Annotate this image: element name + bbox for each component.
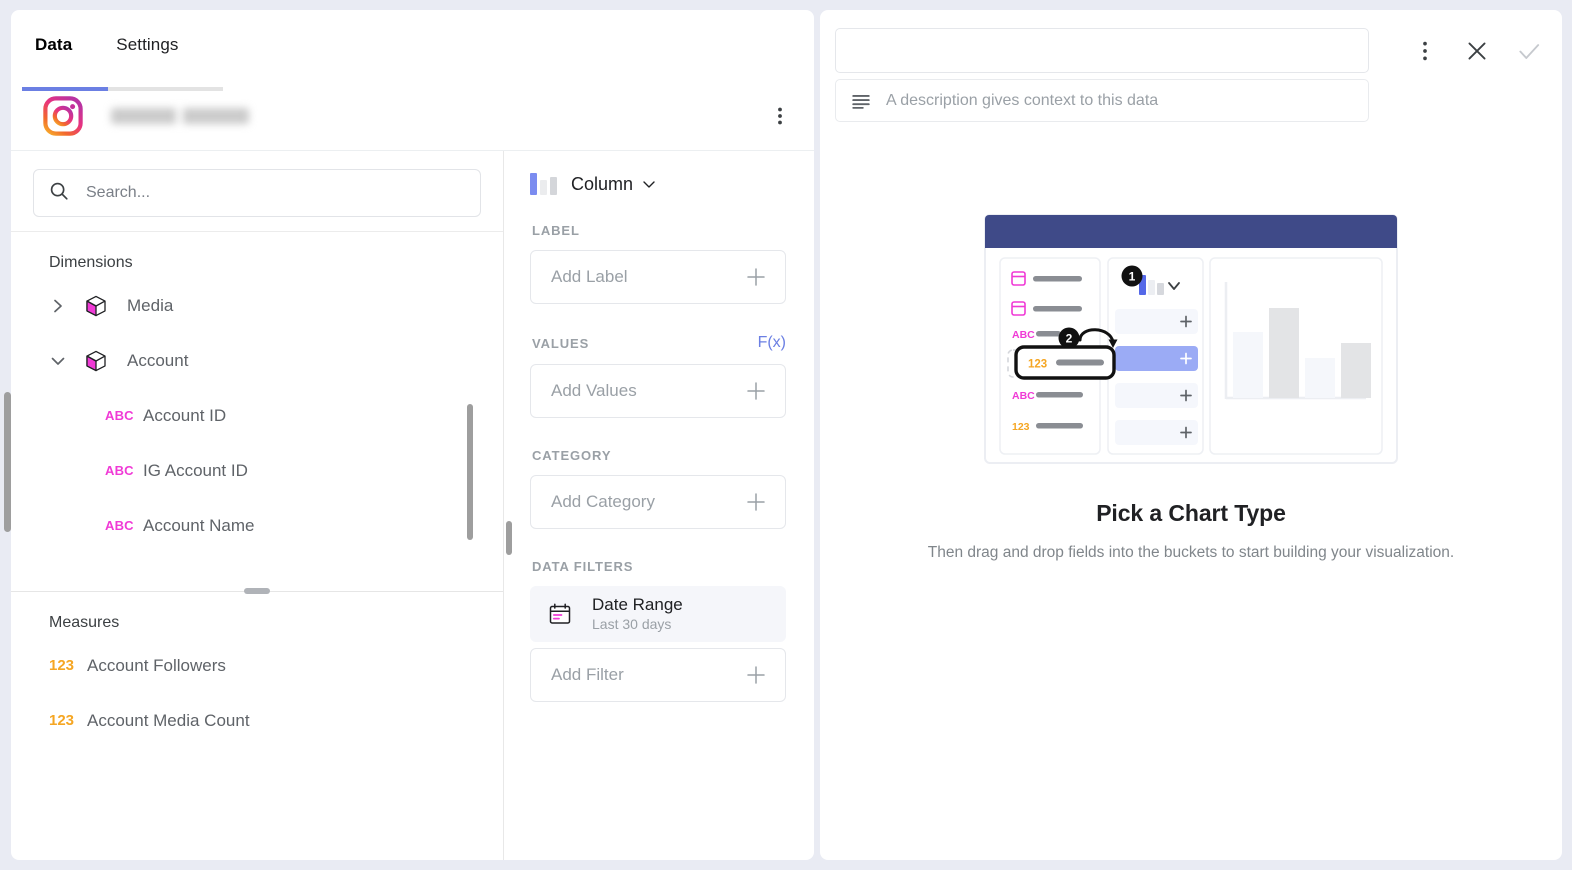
- empty-state-title: Pick a Chart Type: [1096, 500, 1286, 526]
- formula-fx-button[interactable]: F(x): [758, 334, 786, 352]
- app-root: Data Settings Search... Dimensions Media…: [0, 0, 1572, 870]
- chart-title-input[interactable]: [835, 28, 1369, 73]
- checkmark-icon[interactable]: [1516, 38, 1542, 64]
- bucket-heading-values: VALUES F(x): [532, 334, 786, 352]
- column-chart-icon: [530, 173, 557, 195]
- chevron-down-icon[interactable]: [49, 352, 67, 370]
- field-label: IG Account ID: [143, 460, 248, 480]
- dropzone-placeholder: Add Label: [551, 267, 628, 286]
- plus-icon[interactable]: [745, 491, 767, 513]
- chevron-down-icon[interactable]: [642, 177, 656, 191]
- svg-text:ABC: ABC: [1012, 390, 1035, 402]
- search-icon: [48, 180, 70, 207]
- field-label: Account Media Count: [87, 710, 250, 730]
- cube-icon: [85, 295, 107, 317]
- bucket-title: LABEL: [532, 223, 580, 238]
- bucket-heading-category: CATEGORY: [532, 448, 786, 463]
- calendar-icon: [548, 602, 572, 626]
- filter-chip-date-range[interactable]: Date Range Last 30 days: [530, 586, 786, 642]
- chart-header-inputs: [835, 28, 1386, 122]
- field-account-id[interactable]: ABC Account ID: [11, 388, 503, 443]
- filter-chip-title: Date Range: [592, 595, 683, 615]
- abc-type-icon: ABC: [105, 408, 134, 423]
- bucket-heading-label: LABEL: [532, 223, 786, 238]
- plus-icon[interactable]: [745, 664, 767, 686]
- kebab-menu-icon[interactable]: [1412, 38, 1438, 64]
- field-label: Account Followers: [87, 655, 226, 675]
- account-name-redacted: [111, 108, 249, 124]
- bucket-title: DATA FILTERS: [532, 559, 634, 574]
- search-box[interactable]: [33, 169, 481, 217]
- chart-type-selector[interactable]: Column: [530, 173, 786, 195]
- abc-type-icon: ABC: [105, 518, 134, 533]
- field-ig-account-id[interactable]: ABC IG Account ID: [11, 443, 503, 498]
- empty-state-subtitle: Then drag and drop fields into the bucke…: [927, 544, 1455, 561]
- measure-account-media-count[interactable]: 123 Account Media Count: [11, 693, 503, 748]
- buckets-scrollbar[interactable]: [506, 521, 512, 555]
- field-account-name[interactable]: ABC Account Name: [11, 498, 503, 553]
- instagram-icon: [43, 96, 83, 136]
- measures-list: Measures 123 Account Followers 123 Accou…: [11, 592, 503, 860]
- plus-icon[interactable]: [745, 266, 767, 288]
- dropzone-placeholder: Add Values: [551, 381, 637, 400]
- dimensions-scrollbar[interactable]: [467, 404, 473, 540]
- dropzone-label[interactable]: Add Label: [530, 250, 786, 304]
- bucket-heading-data-filters: DATA FILTERS: [532, 559, 786, 574]
- search-input[interactable]: [86, 184, 466, 202]
- close-x-icon[interactable]: [1464, 38, 1490, 64]
- tab-data[interactable]: Data: [35, 10, 72, 55]
- fields-and-buckets: Dimensions: [11, 150, 814, 860]
- tab-settings[interactable]: Settings: [116, 10, 178, 55]
- svg-text:123: 123: [1028, 359, 1047, 371]
- buckets-column: Column LABEL Add Label VALUES F(x) Add V…: [504, 151, 814, 860]
- abc-type-icon: ABC: [105, 463, 134, 478]
- dimension-group-account[interactable]: Account: [11, 333, 503, 388]
- chevron-right-icon[interactable]: [49, 297, 67, 315]
- field-label: Account ID: [143, 405, 227, 425]
- measure-account-followers[interactable]: 123 Account Followers: [11, 638, 503, 693]
- bucket-title: VALUES: [532, 335, 590, 351]
- page-scrollbar[interactable]: [4, 392, 11, 532]
- description-lines-icon: [850, 90, 872, 112]
- pick-chart-illustration: ABC ABC 123 123 1 2: [984, 214, 1398, 464]
- measures-heading: Measures: [49, 614, 120, 631]
- cube-icon: [85, 350, 107, 372]
- bucket-title: CATEGORY: [532, 448, 612, 463]
- panel-split-divider: [11, 588, 503, 594]
- dimension-group-label: Account: [127, 350, 189, 370]
- dimension-group-label: Media: [127, 295, 174, 315]
- dropzone-add-filter[interactable]: Add Filter: [530, 648, 786, 702]
- svg-text:ABC: ABC: [1012, 329, 1035, 341]
- dropzone-values[interactable]: Add Values: [530, 364, 786, 418]
- chart-description-input[interactable]: [886, 91, 1354, 110]
- chart-header-actions: [1412, 38, 1542, 64]
- svg-text:2: 2: [1066, 332, 1073, 346]
- dimensions-list: Dimensions Media Account ABC Account ID …: [11, 231, 503, 591]
- svg-text:1: 1: [1129, 270, 1136, 284]
- field-label: Account Name: [143, 515, 255, 535]
- kebab-menu-icon[interactable]: [768, 104, 792, 128]
- number-type-icon: 123: [49, 657, 75, 674]
- plus-icon[interactable]: [745, 380, 767, 402]
- dropzone-placeholder: Add Filter: [551, 665, 624, 684]
- buckets-inner: Column LABEL Add Label VALUES F(x) Add V…: [504, 151, 814, 702]
- svg-text:123: 123: [1012, 421, 1030, 433]
- split-drag-handle[interactable]: [244, 588, 270, 594]
- fields-column: Dimensions: [11, 151, 504, 860]
- filter-chip-subtitle: Last 30 days: [592, 615, 672, 632]
- empty-state: ABC ABC 123 123 1 2 Pick a Chart Type Th…: [820, 214, 1562, 562]
- dimensions-heading: Dimensions: [49, 254, 133, 271]
- data-config-panel: Data Settings Search... Dimensions Media…: [11, 10, 814, 860]
- chart-preview-panel: ABC ABC 123: [820, 10, 1562, 860]
- chart-header: [820, 10, 1562, 122]
- chart-description-box[interactable]: [835, 79, 1369, 122]
- data-source-row: [11, 82, 814, 150]
- dropzone-placeholder: Add Category: [551, 492, 655, 511]
- dimension-group-media[interactable]: Media: [11, 278, 503, 333]
- number-type-icon: 123: [49, 712, 75, 729]
- chart-type-label: Column: [571, 173, 634, 194]
- panel-tabs: Data Settings: [11, 10, 814, 82]
- search-container: [11, 151, 503, 231]
- dropzone-category[interactable]: Add Category: [530, 475, 786, 529]
